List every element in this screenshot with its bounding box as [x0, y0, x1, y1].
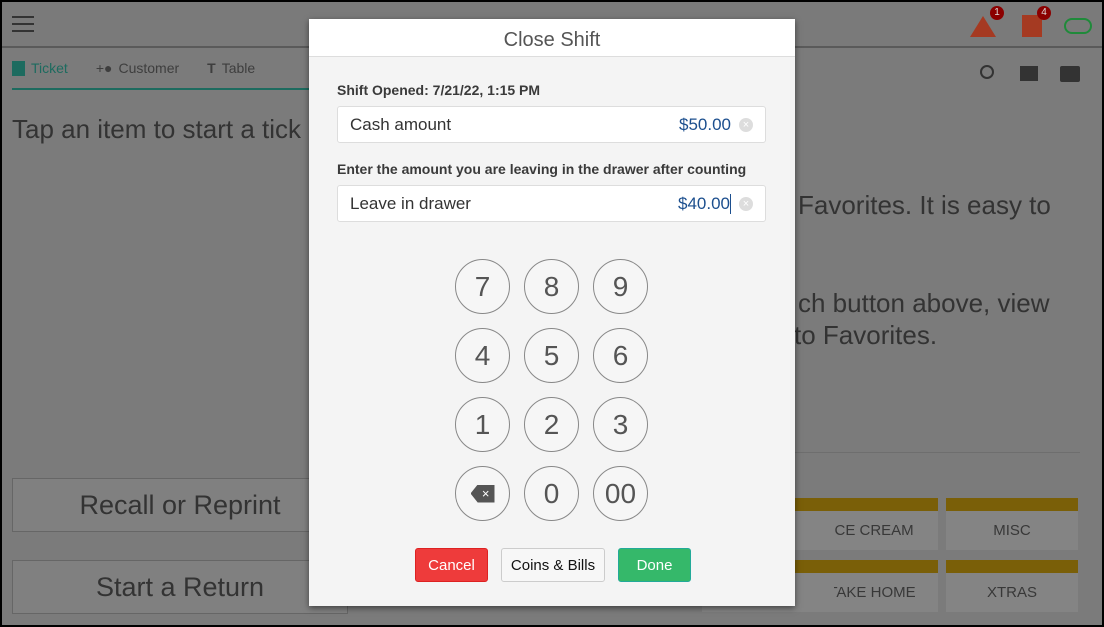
- tab-underline: [12, 88, 312, 90]
- leave-in-drawer-field[interactable]: Leave in drawer $40.00 ×: [337, 185, 766, 222]
- add-person-icon: +●: [95, 60, 113, 76]
- key-5[interactable]: 5: [524, 328, 579, 383]
- backspace-key[interactable]: ×: [455, 466, 510, 521]
- key-8[interactable]: 8: [524, 259, 579, 314]
- close-shift-dialog: Close Shift Shift Opened: 7/21/22, 1:15 …: [309, 19, 795, 606]
- menu-icon[interactable]: [12, 16, 34, 32]
- pos-app: 1 4 Ticket +● Customer T Table Tap an item…: [2, 2, 1102, 625]
- key-4[interactable]: 4: [455, 328, 510, 383]
- cash-amount-field[interactable]: Cash amount $50.00 ×: [337, 106, 766, 143]
- done-button[interactable]: Done: [618, 548, 691, 582]
- recall-reprint-button[interactable]: Recall or Reprint: [12, 478, 348, 532]
- tab-table[interactable]: T Table: [207, 60, 255, 76]
- table-icon: T: [207, 60, 216, 76]
- tab-customer[interactable]: +● Customer: [96, 60, 179, 76]
- start-return-button[interactable]: Start a Return: [12, 560, 348, 614]
- category-xtras[interactable]: XTRAS: [946, 560, 1078, 612]
- shift-opened-label: Shift Opened: 7/21/22, 1:15 PM: [337, 82, 541, 98]
- key-3[interactable]: 3: [593, 397, 648, 452]
- camera-icon[interactable]: [1060, 66, 1080, 82]
- cancel-button[interactable]: Cancel: [415, 548, 488, 582]
- instruction-label: Enter the amount you are leaving in the …: [337, 161, 747, 177]
- favorites-text-3: to Favorites.: [794, 320, 938, 350]
- barcode-icon[interactable]: [1020, 66, 1038, 81]
- dialog-title: Close Shift: [309, 19, 795, 57]
- key-2[interactable]: 2: [524, 397, 579, 452]
- coins-bills-button[interactable]: Coins & Bills: [501, 548, 605, 582]
- favorites-text-1: Favorites. It is easy to: [798, 190, 1051, 220]
- key-7[interactable]: 7: [455, 259, 510, 314]
- cloud-icon[interactable]: [1064, 18, 1092, 34]
- backspace-icon: ×: [470, 484, 495, 503]
- key-6[interactable]: 6: [593, 328, 648, 383]
- leave-in-drawer-value: $40.00: [678, 193, 731, 214]
- clear-icon[interactable]: ×: [739, 196, 753, 211]
- tickets-badge: 4: [1037, 6, 1051, 20]
- search-icon[interactable]: [980, 65, 994, 79]
- ticket-icon: [12, 60, 25, 76]
- clear-icon[interactable]: ×: [739, 117, 753, 132]
- alert-badge: 1: [990, 6, 1004, 20]
- cash-amount-value: $50.00: [679, 114, 731, 134]
- key-9[interactable]: 9: [593, 259, 648, 314]
- key-1[interactable]: 1: [455, 397, 510, 452]
- category-misc[interactable]: MISC: [946, 498, 1078, 550]
- key-00[interactable]: 00: [593, 466, 648, 521]
- alert-icon[interactable]: [970, 16, 996, 37]
- ticket-prompt: Tap an item to start a tick: [12, 114, 302, 144]
- tab-ticket[interactable]: Ticket: [12, 60, 68, 76]
- key-0[interactable]: 0: [524, 466, 579, 521]
- favorites-text-2: ch button above, view: [798, 288, 1050, 318]
